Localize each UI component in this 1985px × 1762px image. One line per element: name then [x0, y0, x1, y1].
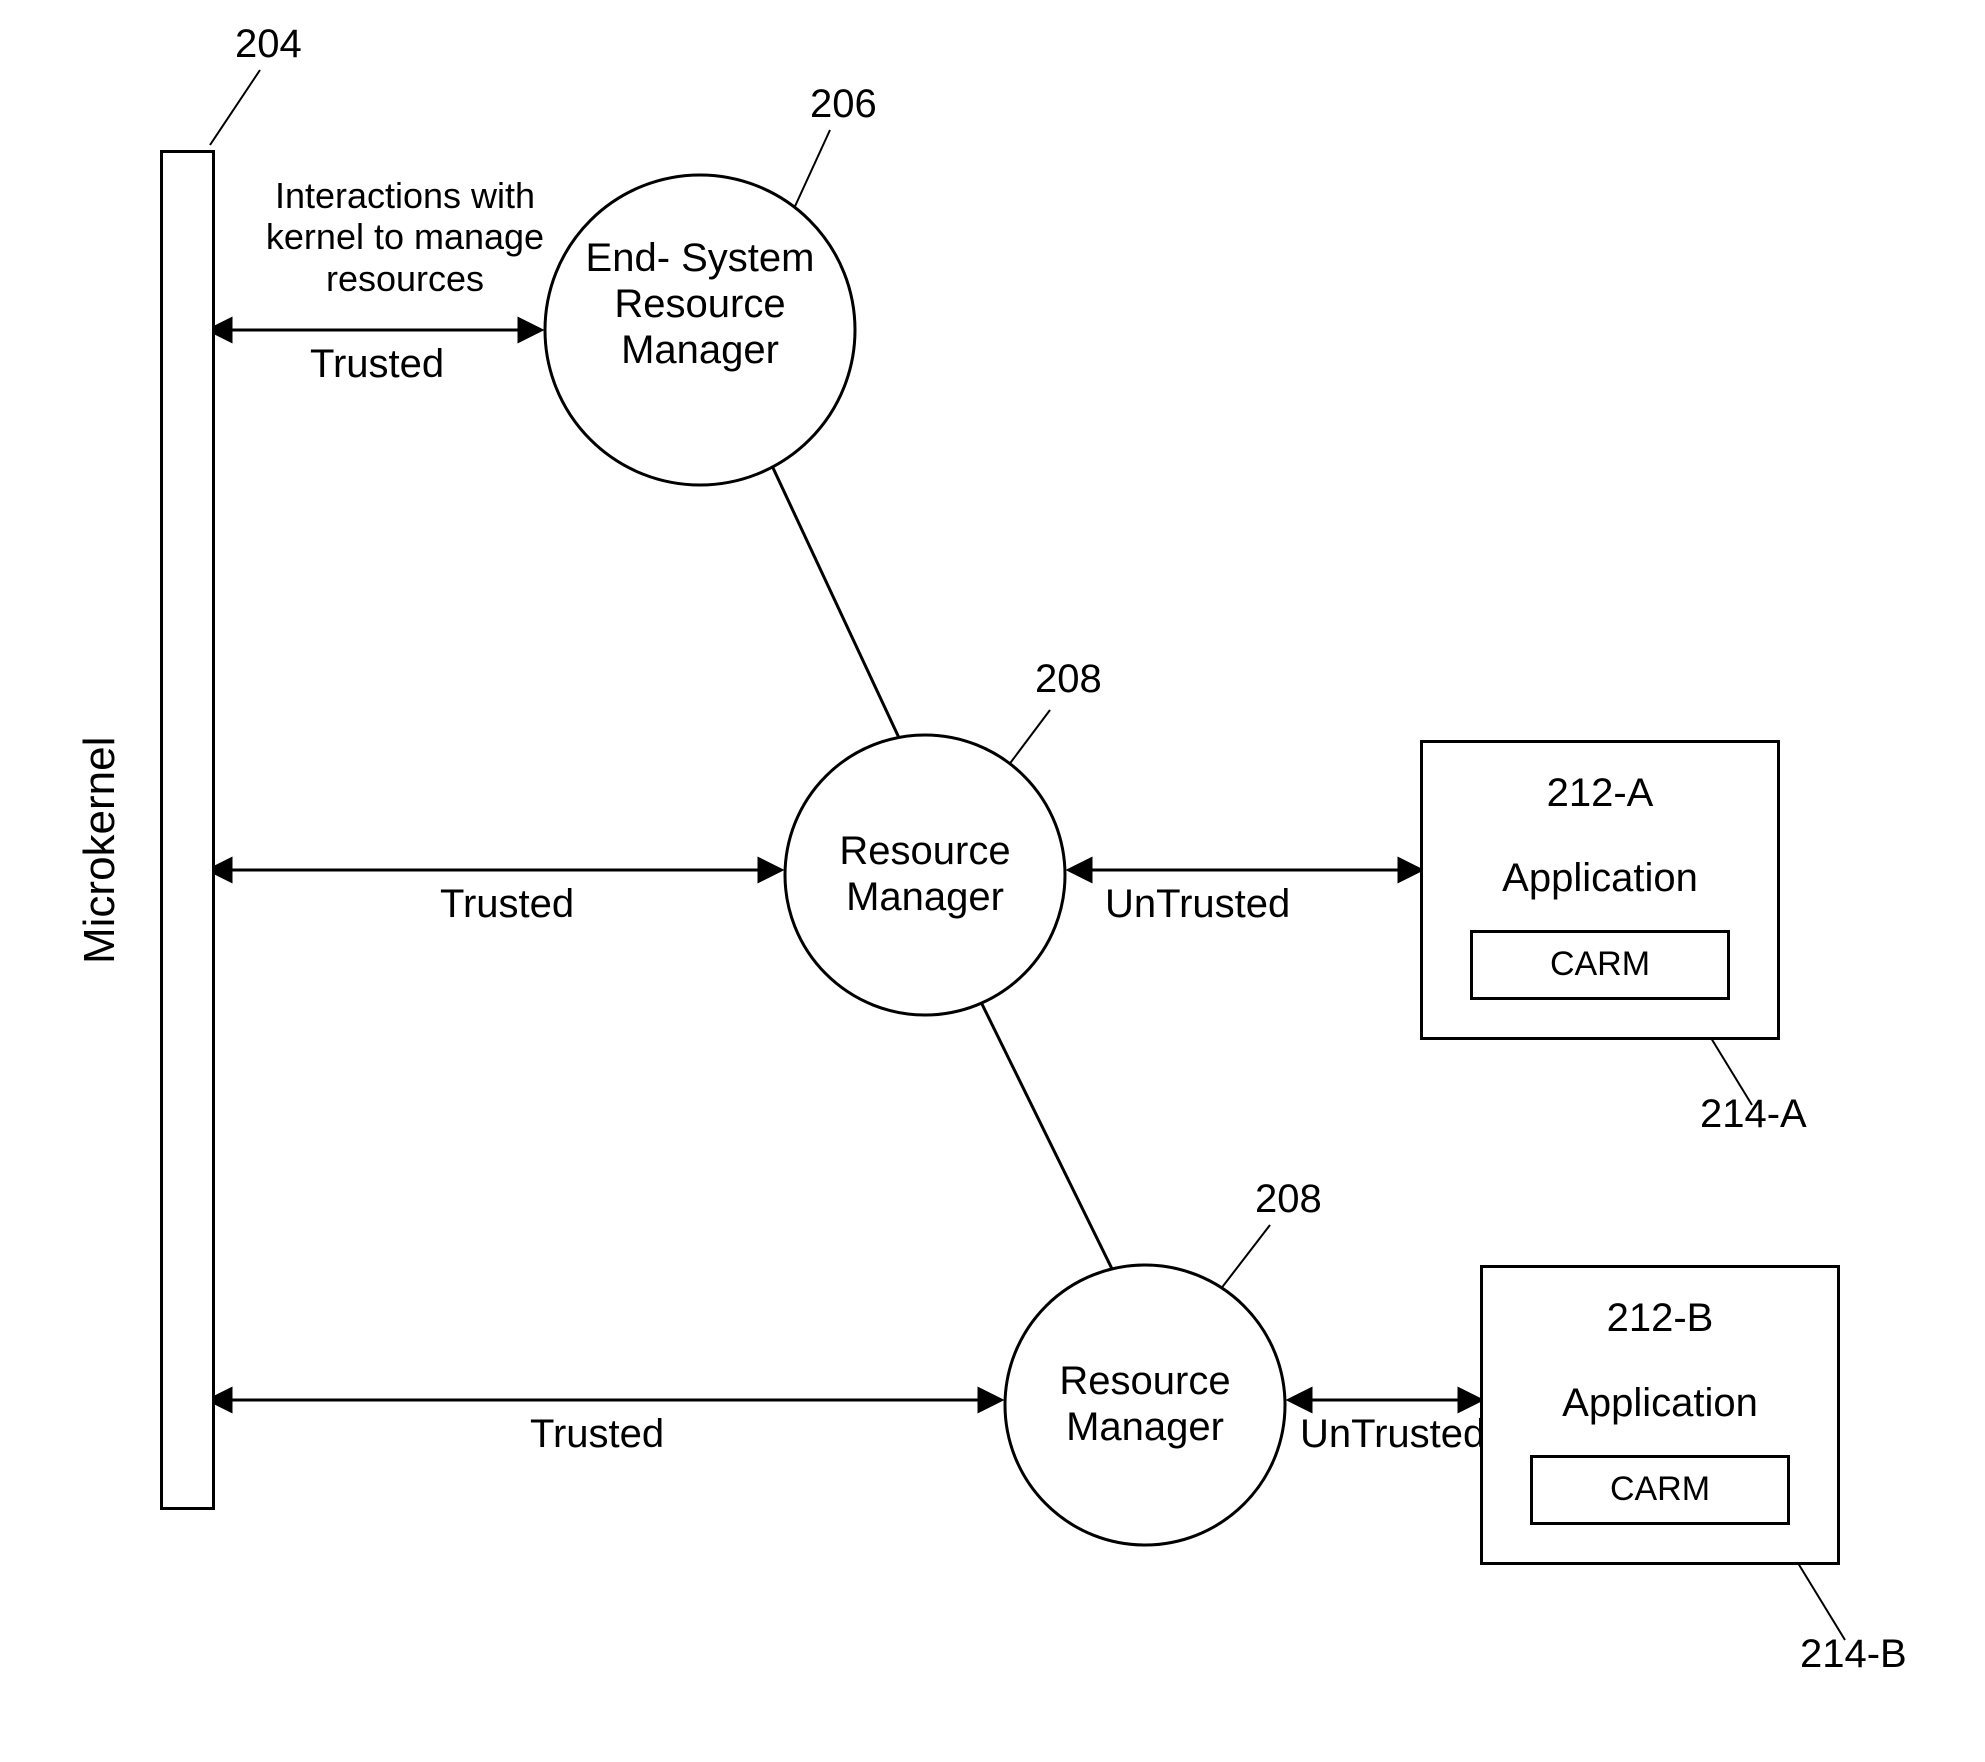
microkernel-box	[160, 150, 215, 1510]
app-a-ref: 212-A	[1420, 770, 1780, 816]
kernel-note: Interactions with kernel to manage resou…	[245, 175, 565, 299]
app-b-label: Application	[1480, 1380, 1840, 1426]
app-a-label: Application	[1420, 855, 1780, 901]
microkernel-label: Microkernel	[75, 720, 125, 980]
rm1-label: Resource Manager	[800, 828, 1050, 920]
untrusted-1: UnTrusted	[1105, 880, 1290, 928]
app-b-ref: 212-B	[1480, 1295, 1840, 1341]
trusted-3: Trusted	[530, 1410, 664, 1458]
untrusted-2: UnTrusted	[1300, 1410, 1485, 1458]
ref-204: 204	[235, 20, 302, 68]
rm2-label: Resource Manager	[1020, 1358, 1270, 1450]
ref-208-b: 208	[1255, 1175, 1322, 1223]
ref-214-b: 214-B	[1800, 1630, 1907, 1678]
carm-a-label: CARM	[1470, 945, 1730, 984]
ref-208-a: 208	[1035, 655, 1102, 703]
ref-214-a: 214-A	[1700, 1090, 1807, 1138]
trusted-2: Trusted	[440, 880, 574, 928]
esrm-label: End- System Resource Manager	[560, 235, 840, 373]
carm-b-label: CARM	[1530, 1470, 1790, 1509]
ref-206: 206	[810, 80, 877, 128]
trusted-1: Trusted	[310, 340, 444, 388]
